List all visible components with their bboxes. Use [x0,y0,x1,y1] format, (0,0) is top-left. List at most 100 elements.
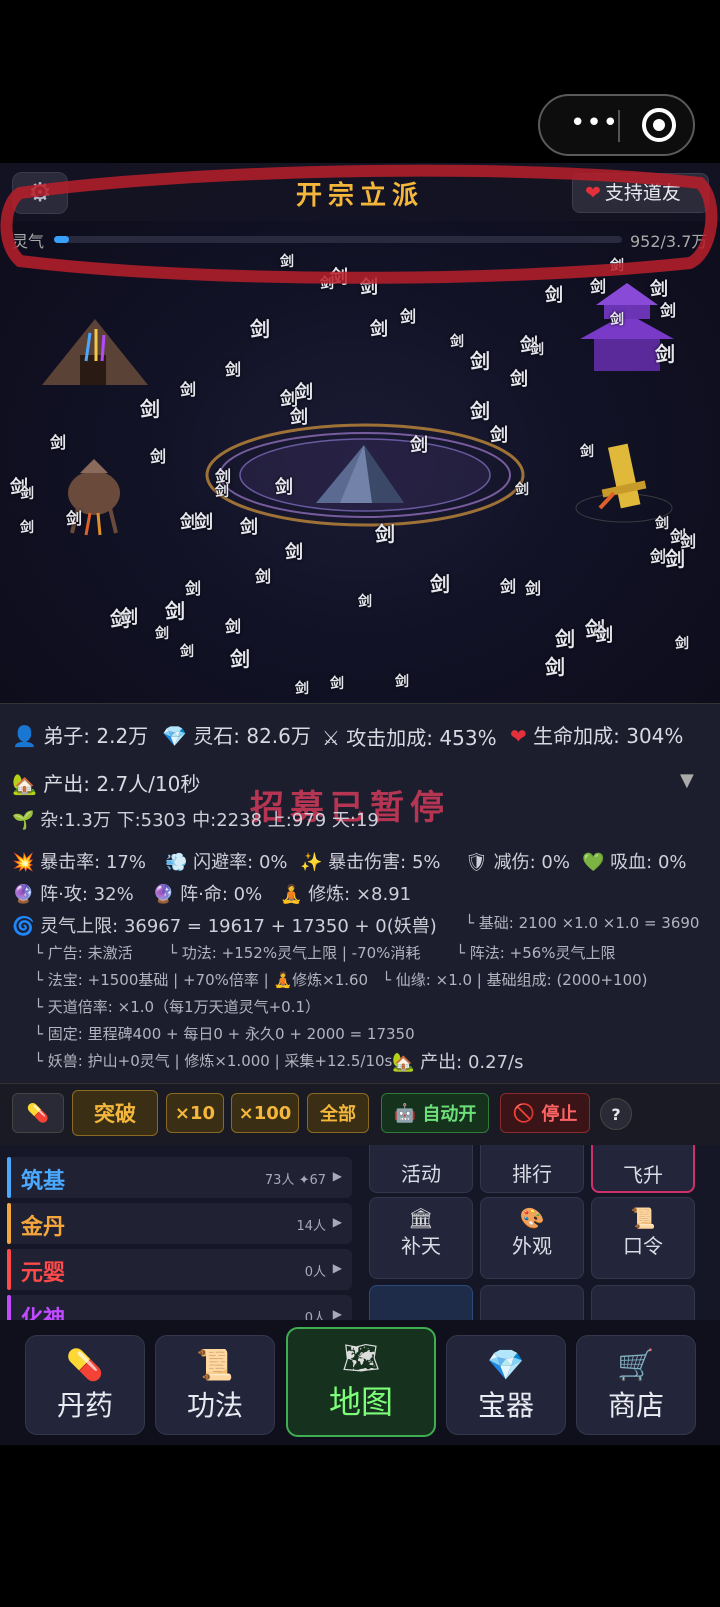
array-hp: 🔮 阵·命: 0% [152,880,262,906]
rank-tile[interactable]: 排行 [480,1145,584,1193]
flying-sword: 剑 [470,399,490,423]
stop-label: 停止 [541,1104,578,1125]
x10-button[interactable]: ×10 [166,1093,224,1133]
hand-drawn-highlight [0,164,718,284]
more-icon[interactable]: ••• [570,108,619,138]
ascend-tile[interactable]: 飞升 [591,1145,695,1193]
flying-sword: 剑 [470,349,490,373]
breakthrough-button[interactable]: 突破 [72,1090,158,1136]
butian-label: 补天 [401,1234,441,1258]
house-icon: 🏡 [392,1052,415,1073]
activity-tile[interactable]: 活动 [369,1145,473,1193]
tile-partial-1[interactable] [369,1285,473,1320]
tile-partial-3[interactable] [591,1285,695,1320]
close-icon[interactable] [642,108,676,142]
flying-sword: 剑 [215,484,229,500]
realm-name: 金丹 [21,1215,66,1240]
password-tile[interactable]: 📜 口令 [591,1197,695,1279]
nav-technique[interactable]: 📜 功法 [155,1335,275,1435]
x100-button[interactable]: ×100 [231,1093,299,1133]
lifesteal-value: 吸血: 0% [610,852,687,873]
qi-treasure: └ 法宝: +1500基础 | +70%倍率 | 🧘修炼×1.60 [34,971,369,989]
all-button[interactable]: 全部 [307,1093,369,1133]
appearance-label: 外观 [512,1234,552,1258]
prohibited-icon: 🚫 [512,1102,536,1124]
qi-heaven: └ 天道倍率: ×1.0（每1万天道灵气+0.1） [34,998,321,1016]
flying-sword: 剑 [358,594,372,610]
flying-sword: 剑 [230,647,250,671]
realm-item-huashen[interactable]: 化神 0人 ▶ [7,1295,352,1320]
disciples-stat: 👤 弟子: 2.2万 [12,720,148,749]
flying-sword: 剑 [370,319,388,340]
pill-icon: 💊 [26,1102,50,1124]
flying-sword: 剑 [240,517,258,538]
array-attack-value: 阵·攻: 32% [40,884,134,905]
damage-reduction-value: 减伤: 0% [493,852,570,873]
realm-name: 元婴 [21,1261,66,1286]
nav-pills-label: 丹药 [56,1389,113,1422]
realm-color-bar [7,1203,11,1244]
flying-sword: 剑 [580,444,594,460]
flying-sword: 剑 [285,542,303,563]
flying-sword: 剑 [140,397,160,421]
tile-partial-2[interactable] [480,1285,584,1320]
qi-ad: └ 广告: 未激活 [34,944,133,962]
spirit-stone-value: 灵石: 82.6万 [193,724,311,748]
pill-button[interactable]: 💊 [12,1093,64,1133]
scroll-icon: 📜 [630,1206,656,1230]
array-attack: 🔮 阵·攻: 32% [12,880,134,906]
flying-sword: 剑 [500,577,517,596]
cultivation-multiplier: 🧘 修炼: ×8.91 [280,880,411,906]
person-icon: 👤 [12,724,37,748]
output-value: 产出: 2.7人/10秒 [43,772,201,796]
disciples-value: 弟子: 2.2万 [43,724,149,748]
flying-sword: 剑 [66,509,83,528]
realm-item-jindan[interactable]: 金丹 14人 ▶ [7,1203,352,1244]
ascend-label: 飞升 [623,1163,663,1187]
nav-map[interactable]: 🗺 地图 [286,1327,436,1437]
flying-sword: 剑 [555,627,575,651]
flying-sword: 剑 [655,516,669,532]
sprout-icon: 🌱 [12,810,35,831]
palette-icon: 🎨 [519,1206,545,1230]
butian-tile[interactable]: 🏛 补天 [369,1197,473,1279]
map-icon: 🗺 [341,1341,381,1376]
nav-technique-label: 功法 [186,1389,243,1422]
flying-sword: 剑 [395,674,409,690]
dodge-rate: 💨 闪避率: 0% [165,848,288,874]
flying-sword: 剑 [120,607,138,628]
spirit-stone-stat: 💎 灵石: 82.6万 [162,720,311,749]
auto-open-button[interactable]: 🤖 自动开 [381,1093,489,1133]
flying-sword: 剑 [180,644,194,660]
flying-sword: 剑 [545,655,565,679]
realm-name: 化神 [21,1307,66,1320]
expand-dropdown[interactable]: ▼ [680,770,694,791]
stop-button[interactable]: 🚫 停止 [500,1093,590,1133]
crystal-ball-icon: 🔮 [12,884,35,905]
attack-value: 攻击加成: 453% [346,726,497,750]
play-arrow-icon: ▶ [332,1169,342,1183]
appearance-tile[interactable]: 🎨 外观 [480,1197,584,1279]
nav-treasure[interactable]: 💎 宝器 [446,1335,566,1435]
realm-color-bar [7,1295,11,1320]
qi-fate: └ 仙缘: ×1.0 | 基础组成: (2000+100) [382,971,648,989]
flying-sword: 剑 [650,547,667,566]
nav-shop[interactable]: 🛒 商店 [576,1335,696,1435]
flying-sword: 剑 [290,407,308,428]
nav-shop-label: 商店 [607,1389,664,1422]
play-arrow-icon: ▶ [332,1215,342,1229]
realm-count: 0人 [304,1311,326,1320]
realm-item-zhuji[interactable]: 筑基 73人 ✦67 ▶ [7,1157,352,1198]
swords-icon: ⚔ [322,726,340,750]
output-stat: 🏡 产出: 2.7人/10秒 [12,768,200,797]
flying-sword: 剑 [20,520,34,536]
nav-pills[interactable]: 💊 丹药 [25,1335,145,1435]
meditation-icon: 🧘 [280,884,303,905]
flying-sword: 剑 [450,334,464,350]
help-button[interactable]: ? [600,1098,632,1130]
flying-sword: 剑 [655,342,675,366]
realm-item-yuanying[interactable]: 元婴 0人 ▶ [7,1249,352,1290]
house-icon: 🏡 [12,772,37,796]
flying-sword: 剑 [150,447,167,466]
flying-sword: 剑 [295,382,313,403]
